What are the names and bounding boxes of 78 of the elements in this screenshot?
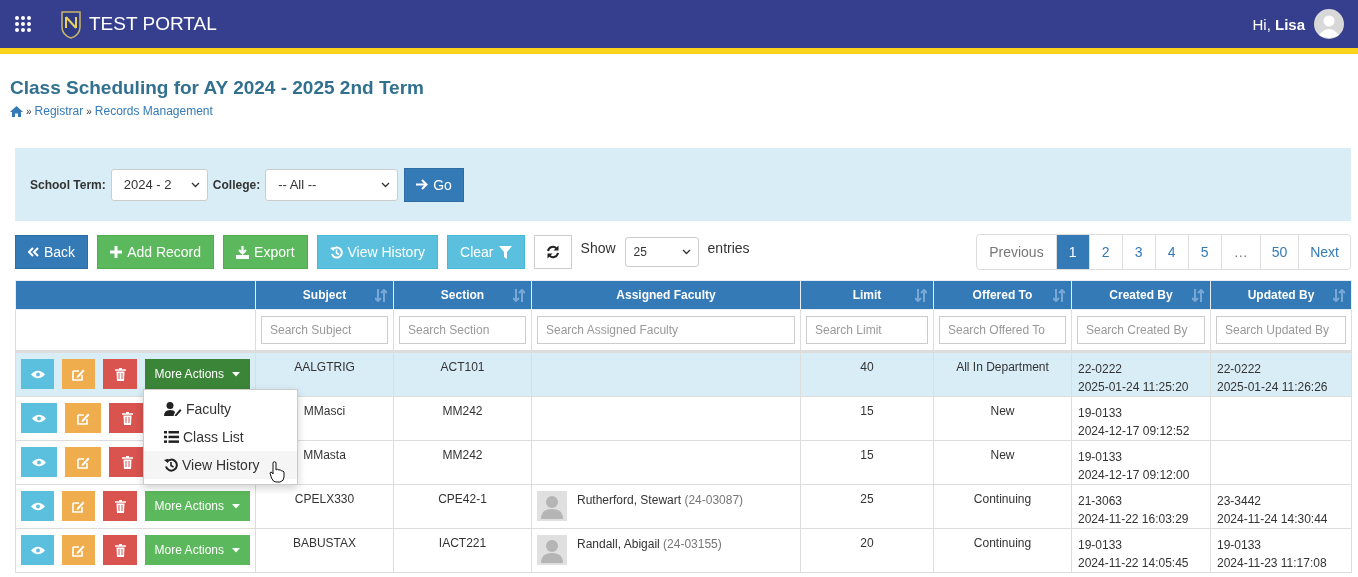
column-header[interactable]: Created By: [1071, 280, 1211, 310]
pagination-item[interactable]: 50: [1259, 235, 1299, 269]
more-actions-button[interactable]: More Actions: [144, 491, 250, 521]
pagination-item[interactable]: 5: [1187, 235, 1221, 269]
column-header[interactable]: Updated By: [1210, 280, 1352, 310]
pagination-item[interactable]: 3: [1121, 235, 1155, 269]
column-search-field[interactable]: Search Assigned Faculty: [537, 316, 795, 344]
updated-timestamp: 2024-11-23 11:17:08: [1217, 555, 1328, 572]
table-cell: Continuing: [933, 484, 1072, 529]
updated-by-id: 19-0133: [1217, 537, 1263, 554]
entries-label: entries: [707, 240, 750, 256]
created-by-id: 21-3063: [1078, 493, 1124, 510]
faculty-name: Rutherford, Stewart (24-03087): [577, 493, 744, 507]
table-cell: BABUSTAX: [255, 528, 394, 573]
table-cell: 15: [800, 440, 934, 485]
export-button[interactable]: Export: [223, 235, 308, 269]
created-by-id: 19-0133: [1078, 537, 1124, 554]
created-timestamp: 2024-11-22 16:03:29: [1078, 511, 1190, 528]
created-timestamp: 2024-11-22 14:05:45: [1078, 555, 1190, 572]
page-size-select[interactable]: 25: [624, 237, 699, 267]
column-search-field[interactable]: Search Created By: [1077, 316, 1205, 344]
pagination-item[interactable]: Previous: [977, 235, 1056, 269]
pagination-item[interactable]: 1: [1055, 235, 1089, 269]
column-header[interactable]: Section: [393, 280, 532, 310]
created-timestamp: 2024-12-17 09:12:00: [1078, 467, 1191, 484]
pagination-item[interactable]: …: [1220, 235, 1260, 269]
breadcrumb-separator: »: [86, 105, 92, 117]
term-select[interactable]: 2024 - 2: [110, 168, 208, 201]
field-label: School Term:: [30, 177, 106, 192]
column-search-field[interactable]: Search Updated By: [1216, 316, 1346, 344]
user-greeting: Hi, Lisa: [1252, 15, 1305, 33]
column-header[interactable]: Offered To: [933, 280, 1072, 310]
go-button[interactable]: Go: [404, 167, 464, 202]
college-select[interactable]: -- All --: [265, 168, 399, 201]
pagination-item[interactable]: 2: [1088, 235, 1122, 269]
column-search-field[interactable]: Search Subject: [261, 316, 388, 344]
updated-by-id: 23-3442: [1217, 493, 1263, 510]
updated-by-id: 22-0222: [1217, 361, 1263, 378]
created-timestamp: 2024-12-17 09:12:52: [1078, 423, 1191, 440]
column-search-field[interactable]: Search Section: [399, 316, 526, 344]
breadcrumb-link[interactable]: Records Management: [94, 104, 213, 118]
page-title: Class Scheduling for AY 2024 - 2025 2nd Term: [10, 77, 425, 99]
more-actions-button[interactable]: More Actions: [144, 535, 250, 565]
table-cell: IACT221: [393, 528, 532, 573]
pagination-item[interactable]: 4: [1154, 235, 1188, 269]
breadcrumb-link[interactable]: Registrar: [34, 104, 84, 118]
table-cell: MM242: [393, 396, 532, 441]
column-search-field[interactable]: Search Offered To: [939, 316, 1066, 344]
table-cell: 40: [800, 351, 934, 397]
faculty-name: Randall, Abigail (24-03155): [577, 537, 722, 551]
pagination-item[interactable]: Next: [1298, 235, 1350, 269]
column-header[interactable]: Assigned Faculty: [531, 280, 801, 310]
show-label: Show: [580, 240, 616, 256]
table-cell: 20: [800, 528, 934, 573]
column-search-field[interactable]: Search Limit: [806, 316, 928, 344]
add-record-button[interactable]: Add Record: [97, 235, 215, 269]
table-cell: CPE42-1: [393, 484, 532, 529]
table-cell: MM242: [393, 440, 532, 485]
table-cell: All In Department: [933, 351, 1072, 397]
more-actions-button[interactable]: More Actions: [144, 359, 250, 389]
table-cell: New: [933, 440, 1072, 485]
created-timestamp: 2025-01-24 11:25:20: [1078, 379, 1190, 396]
table-cell: New: [933, 396, 1072, 441]
table-cell: 15: [800, 396, 934, 441]
table-cell: ACT101: [393, 351, 532, 397]
created-by-id: 19-0133: [1078, 449, 1124, 466]
column-header[interactable]: Subject: [255, 280, 394, 310]
field-label: College:: [212, 177, 261, 192]
back-button[interactable]: Back: [15, 235, 89, 269]
updated-timestamp: 2025-01-24 11:26:26: [1217, 379, 1329, 396]
portal-title: TEST PORTAL: [89, 13, 217, 35]
created-by-id: 19-0133: [1078, 405, 1124, 422]
breadcrumb-separator: »: [26, 105, 32, 117]
updated-timestamp: 2024-11-24 14:30:44: [1217, 511, 1329, 528]
created-by-id: 22-0222: [1078, 361, 1124, 378]
column-header[interactable]: Limit: [800, 280, 934, 310]
table-cell: Continuing: [933, 528, 1072, 573]
table-cell: 25: [800, 484, 934, 529]
